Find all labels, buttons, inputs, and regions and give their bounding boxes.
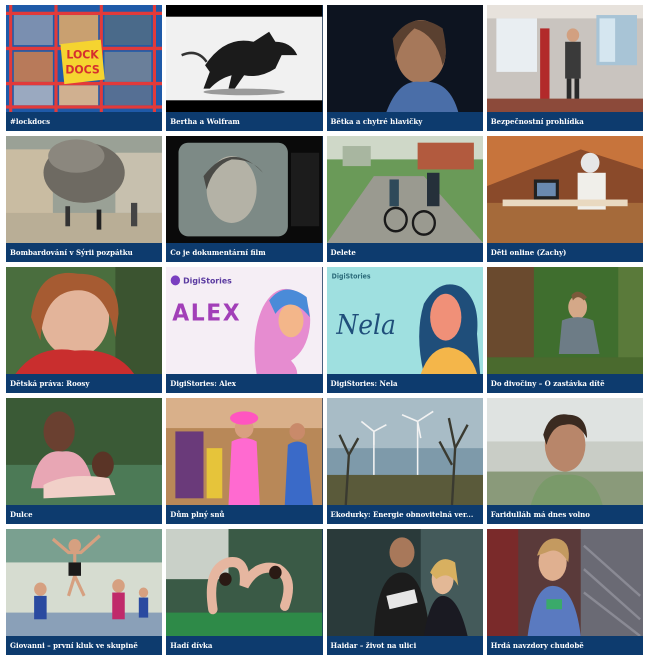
film-thumbnail[interactable] bbox=[486, 267, 643, 374]
film-tile[interactable]: Bertha a Wolfram bbox=[166, 5, 323, 131]
film-tile[interactable]: Dětská práva: Roosy bbox=[6, 267, 163, 393]
film-grid: LOCK DOCS #lockdocs Bertha a Wolfram Bět… bbox=[6, 5, 643, 655]
film-title[interactable]: Bětka a chytré hlavičky bbox=[326, 112, 483, 131]
film-tile[interactable]: Co je dokumentární film bbox=[166, 136, 323, 262]
film-thumbnail[interactable] bbox=[166, 529, 323, 636]
film-tile[interactable]: Bětka a chytré hlavičky bbox=[326, 5, 483, 131]
film-tile[interactable]: Hadí dívka bbox=[166, 529, 323, 655]
film-thumbnail[interactable] bbox=[166, 398, 323, 505]
film-title[interactable]: Hadí dívka bbox=[166, 636, 323, 655]
film-tile[interactable]: Ekodurky: Energie obnovitelná ver... bbox=[326, 398, 483, 524]
film-tile[interactable]: Giovanni – první kluk ve skupině bbox=[6, 529, 163, 655]
film-thumbnail[interactable] bbox=[326, 398, 483, 505]
film-tile[interactable]: DigiStories Nela DigiStories: Nela bbox=[326, 267, 483, 393]
lockdocs-logo-2: DOCS bbox=[65, 62, 99, 76]
nela-title-art: Nela bbox=[335, 310, 396, 341]
film-thumbnail[interactable] bbox=[326, 136, 483, 243]
alex-title-art: ALEX bbox=[173, 300, 242, 327]
film-tile[interactable]: Bezpečnostní prohlídka bbox=[486, 5, 643, 131]
film-tile[interactable]: LOCK DOCS #lockdocs bbox=[6, 5, 163, 131]
film-title[interactable]: Do divočiny – O zastávka dítě bbox=[486, 374, 643, 393]
film-title[interactable]: Dulce bbox=[6, 505, 163, 524]
film-title[interactable]: Ekodurky: Energie obnovitelná ver... bbox=[326, 505, 483, 524]
film-thumbnail[interactable] bbox=[486, 529, 643, 636]
film-tile[interactable]: Děti online (Zachy) bbox=[486, 136, 643, 262]
film-title[interactable]: Děti online (Zachy) bbox=[486, 243, 643, 262]
film-thumbnail[interactable] bbox=[6, 398, 163, 505]
film-title[interactable]: Bertha a Wolfram bbox=[166, 112, 323, 131]
film-tile[interactable]: Do divočiny – O zastávka dítě bbox=[486, 267, 643, 393]
film-title[interactable]: Bombardování v Sýrii pozpátku bbox=[6, 243, 163, 262]
film-title[interactable]: Delete bbox=[326, 243, 483, 262]
film-tile[interactable]: Delete bbox=[326, 136, 483, 262]
film-tile[interactable]: Hrdá navzdory chudobě bbox=[486, 529, 643, 655]
film-tile[interactable]: Dulce bbox=[6, 398, 163, 524]
film-title[interactable]: Dětská práva: Roosy bbox=[6, 374, 163, 393]
film-tile[interactable]: DigiStories ALEX DigiStories: Alex bbox=[166, 267, 323, 393]
film-thumbnail[interactable] bbox=[486, 5, 643, 112]
film-title[interactable]: Co je dokumentární film bbox=[166, 243, 323, 262]
film-title[interactable]: Giovanni – první kluk ve skupině bbox=[6, 636, 163, 655]
film-thumbnail[interactable] bbox=[6, 267, 163, 374]
film-title[interactable]: Dům plný snů bbox=[166, 505, 323, 524]
film-thumbnail[interactable] bbox=[326, 529, 483, 636]
film-thumbnail[interactable] bbox=[166, 5, 323, 112]
film-title[interactable]: Haidar – život na ulici bbox=[326, 636, 483, 655]
film-tile[interactable]: Dům plný snů bbox=[166, 398, 323, 524]
film-title[interactable]: Hrdá navzdory chudobě bbox=[486, 636, 643, 655]
film-thumbnail[interactable] bbox=[326, 5, 483, 112]
film-title[interactable]: Faridulláh má dnes volno bbox=[486, 505, 643, 524]
film-thumbnail[interactable]: DigiStories ALEX bbox=[166, 267, 323, 374]
film-tile[interactable]: Bombardování v Sýrii pozpátku bbox=[6, 136, 163, 262]
film-title[interactable]: DigiStories: Alex bbox=[166, 374, 323, 393]
film-thumbnail[interactable]: LOCK DOCS bbox=[6, 5, 163, 112]
film-title[interactable]: DigiStories: Nela bbox=[326, 374, 483, 393]
film-thumbnail[interactable]: DigiStories Nela bbox=[326, 267, 483, 374]
film-thumbnail[interactable] bbox=[486, 136, 643, 243]
film-title[interactable]: #lockdocs bbox=[6, 112, 163, 131]
digistories-brand: DigiStories bbox=[183, 275, 232, 285]
film-thumbnail[interactable] bbox=[6, 136, 163, 243]
lockdocs-logo: LOCK bbox=[66, 47, 100, 61]
film-thumbnail[interactable] bbox=[6, 529, 163, 636]
film-tile[interactable]: Faridulláh má dnes volno bbox=[486, 398, 643, 524]
film-title[interactable]: Bezpečnostní prohlídka bbox=[486, 112, 643, 131]
digistories-brand: DigiStories bbox=[331, 273, 370, 281]
film-thumbnail[interactable] bbox=[486, 398, 643, 505]
film-tile[interactable]: Haidar – život na ulici bbox=[326, 529, 483, 655]
film-thumbnail[interactable] bbox=[166, 136, 323, 243]
